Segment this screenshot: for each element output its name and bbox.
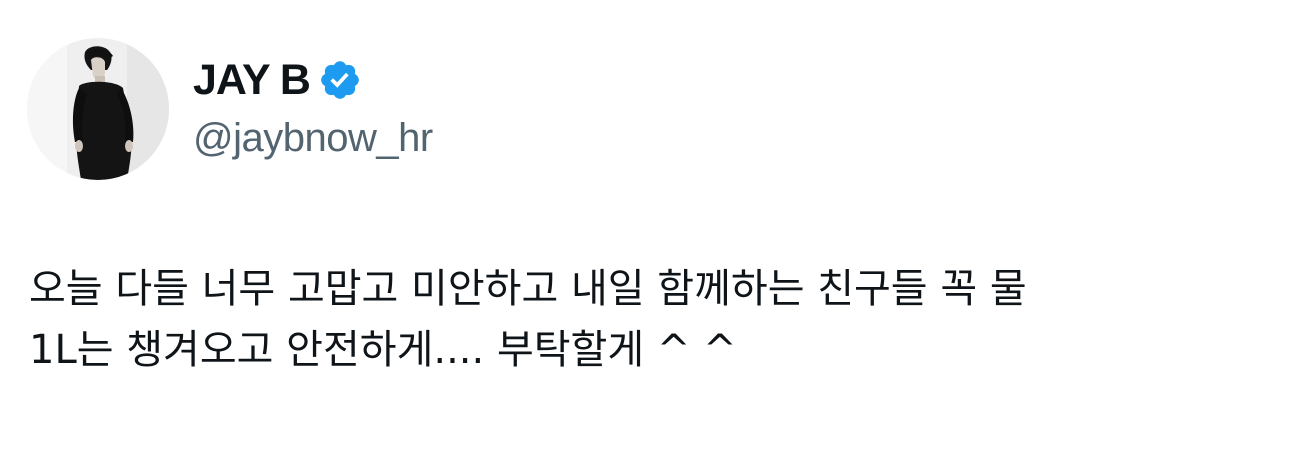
author-handle[interactable]: @jaybnow_hr bbox=[193, 116, 433, 161]
tweet-text-line: 오늘 다들 너무 고맙고 미안하고 내일 함께하는 친구들 꼭 물 bbox=[29, 266, 1027, 312]
tweet-text: 오늘 다들 너무 고맙고 미안하고 내일 함께하는 친구들 꼭 물 1L는 챙겨… bbox=[29, 259, 1269, 381]
avatar[interactable] bbox=[27, 38, 169, 180]
author-name-row: JAY B bbox=[193, 54, 362, 106]
avatar-image bbox=[27, 38, 169, 180]
tweet-text-line: 1L는 챙겨오고 안전하게.... 부탁할게 ^ ^ bbox=[29, 327, 737, 373]
verified-check-icon bbox=[318, 58, 362, 102]
tweet-card: JAY B @jaybnow_hr 오늘 다들 너무 고맙고 미안하고 내일 함… bbox=[0, 0, 1290, 455]
author-display-name[interactable]: JAY B bbox=[193, 56, 311, 105]
